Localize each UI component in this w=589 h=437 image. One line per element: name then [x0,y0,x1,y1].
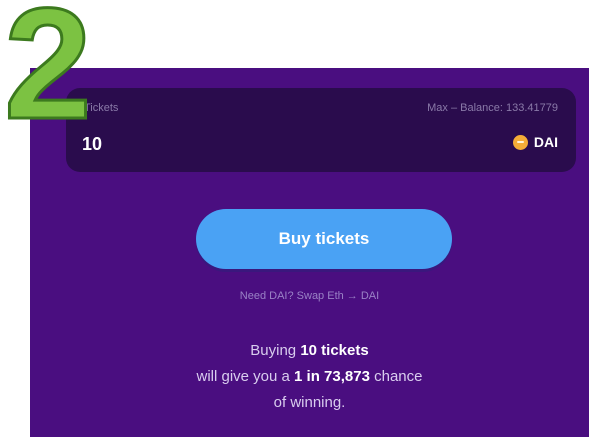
summary-line-3: of winning. [273,394,346,411]
summary-line-2: will give you a 1 in 73,873 chance [196,368,423,385]
purchase-summary: Buying 10 tickets will give you a 1 in 7… [30,338,589,416]
winning-odds: 1 in 73,873 [294,368,370,385]
step-number-text: 2 [4,0,92,136]
tickets-input-box: Tickets Max – Balance: 133.41779 DAI [66,88,576,172]
dai-icon [512,134,528,150]
token-indicator: DAI [512,134,558,150]
ticket-count: 10 tickets [300,342,369,359]
buy-tickets-button[interactable]: Buy tickets [196,209,452,269]
step-number-2-overlay: 2 [3,0,94,136]
swap-eth-dai-link[interactable]: Need DAI? Swap Eth → DAI [30,290,589,302]
max-balance-button[interactable]: Max – Balance: 133.41779 [427,102,558,114]
tickets-quantity-input[interactable] [82,134,382,155]
token-symbol: DAI [533,134,558,150]
summary-line-1: Buying 10 tickets [250,342,369,359]
